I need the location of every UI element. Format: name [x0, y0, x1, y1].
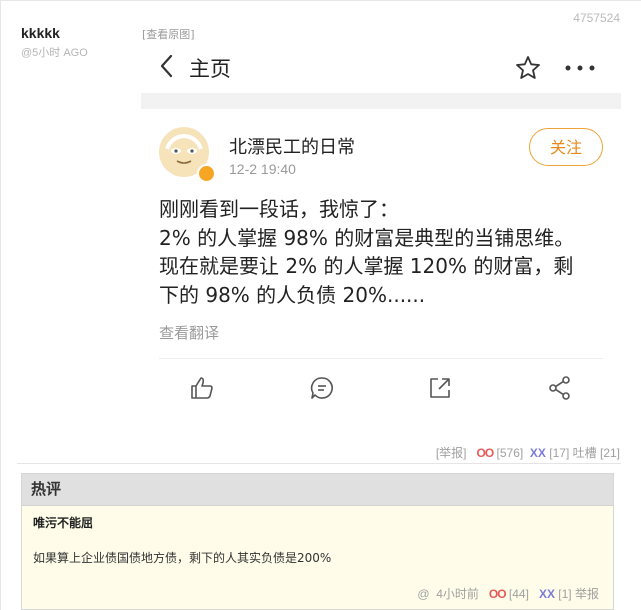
hot-comment-author: 唯污不能屈 [33, 516, 94, 530]
screenshot-divider [141, 93, 621, 109]
left-border [0, 0, 1, 610]
screenshot-user-name: 北漂民工的日常 [229, 137, 355, 158]
star-icon [516, 56, 540, 79]
hot-xx-count: [1] [558, 587, 572, 601]
hot-oo-vote-button[interactable]: OO [489, 587, 507, 601]
translate-link: 查看翻译 [159, 324, 220, 342]
share-icon [430, 378, 450, 398]
post-body-line: 刚刚看到一段话，我惊了： [159, 197, 399, 221]
view-original-link[interactable]: [查看原图] [142, 26, 195, 42]
back-icon [160, 54, 173, 78]
post-author: kkkkk [21, 25, 60, 41]
like-icon [191, 377, 213, 399]
hot-comment-footer: @ 4小时前 OO [44] XX [1] 举报 [417, 585, 599, 602]
post-time: @5小时 AGO [21, 47, 88, 59]
embedded-screenshot[interactable]: 主页 北漂民工的日常 12-2 19:40 关注 刚刚看到一段话，我惊了： 2%… [141, 43, 621, 423]
verified-badge-icon [197, 164, 216, 183]
oo-count: [576] [496, 446, 524, 460]
hot-report-link[interactable]: 举报 [575, 587, 599, 601]
oo-vote-button[interactable]: OO [477, 446, 495, 460]
hot-comments-box: 热评 唯污不能屈 如果算上企业债国债地方债，剩下的人其实负债是200% @ 4小… [21, 473, 614, 610]
report-link[interactable]: [举报] [436, 446, 467, 460]
screenshot-post-body: 刚刚看到一段话，我惊了： 2% 的人掌握 98% 的财富是典型的当铺思维。 现在… [159, 195, 609, 309]
hot-comments-title: 热评 [22, 474, 613, 506]
top-border [0, 0, 641, 1]
hot-oo-count: [44] [508, 587, 529, 601]
screenshot-header-title: 主页 [189, 57, 231, 81]
reply-at-button[interactable]: @ [417, 587, 429, 601]
hot-xx-vote-button[interactable]: XX [539, 587, 555, 601]
follow-button: 关注 [529, 128, 603, 166]
hot-comment-text: 如果算上企业债国债地方债，剩下的人其实负债是200% [33, 551, 332, 565]
screenshot-header: 主页 [141, 43, 621, 93]
post-body-line: 下的 98% 的人负债 20%...... [159, 282, 426, 307]
tucao-link[interactable]: 吐槽 [573, 446, 597, 460]
post-body-line: 现在就是要让 2% 的人掌握 120% 的财富，剩 [159, 254, 574, 278]
tucao-count: [21] [599, 446, 620, 460]
hot-comment-time: 4小时前 [436, 587, 479, 601]
comment-icon [310, 377, 333, 399]
more-icon [565, 65, 595, 71]
section-divider [17, 463, 621, 464]
xx-count: [17] [549, 446, 570, 460]
action-divider [159, 358, 603, 359]
post-vote-bar: [举报] OO [576] XX [17] 吐槽 [21] [436, 444, 620, 461]
screenshot-post-date: 12-2 19:40 [229, 161, 296, 177]
post-body-line: 2% 的人掌握 98% 的财富是典型的当铺思维。 [159, 225, 575, 250]
forward-icon [549, 376, 570, 400]
xx-vote-button[interactable]: XX [530, 446, 546, 460]
post-id[interactable]: 4757524 [573, 11, 620, 25]
